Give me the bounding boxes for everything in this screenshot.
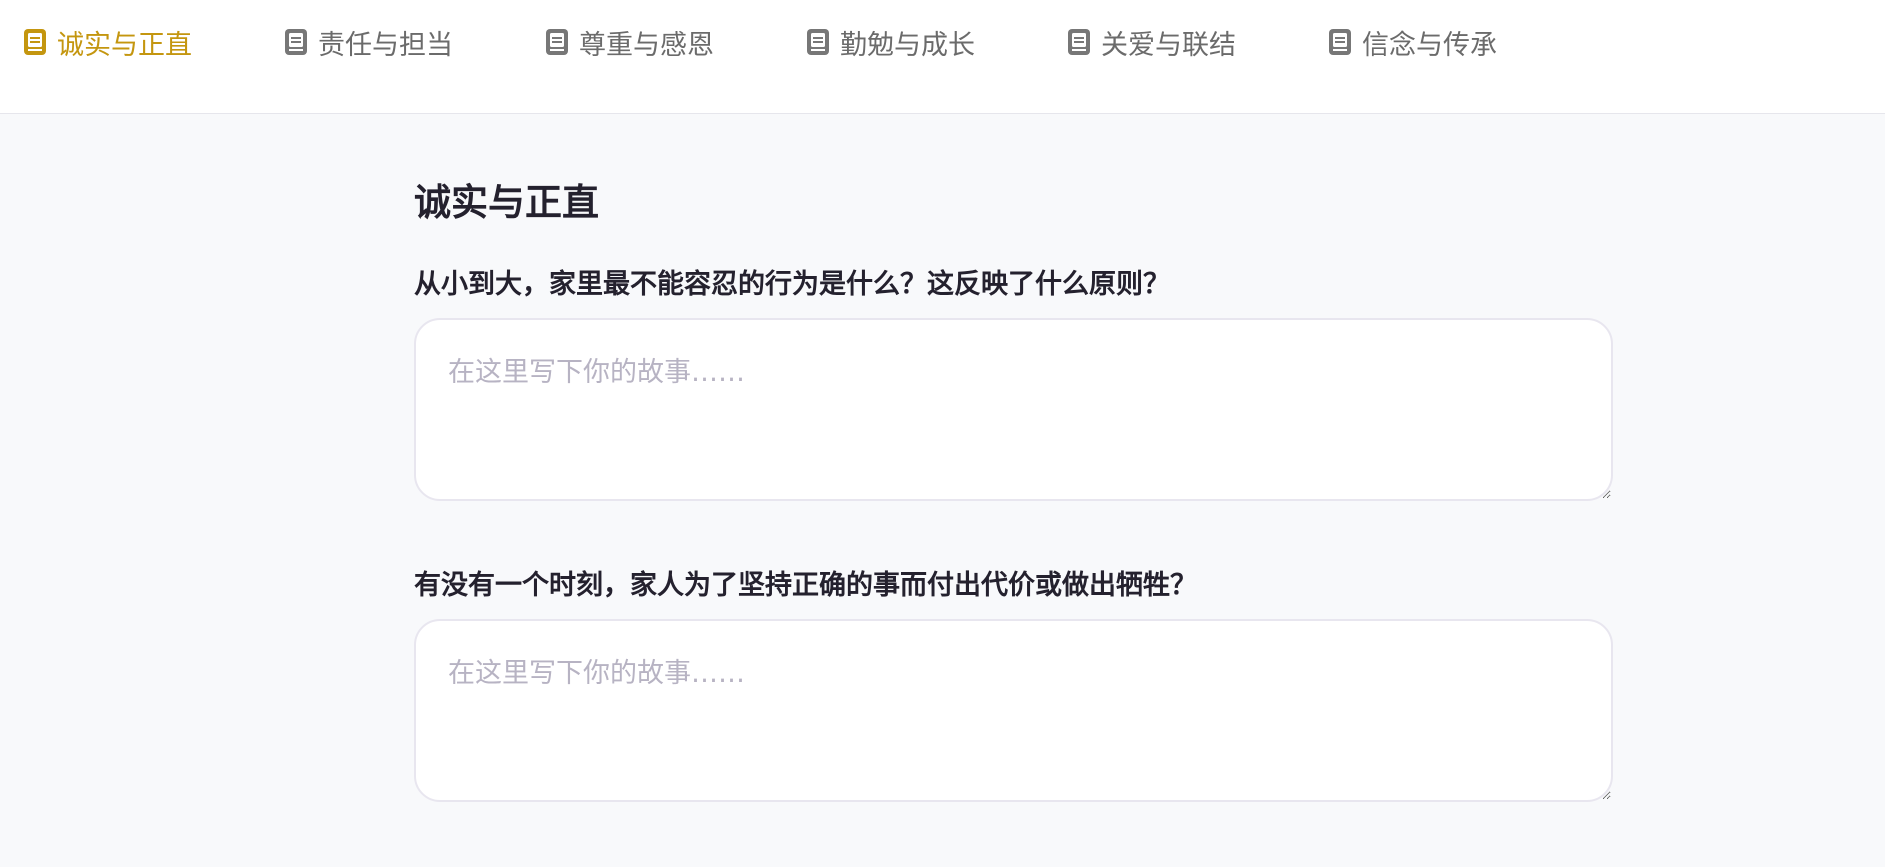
tab-diligence-growth[interactable]: 勤勉与成长 <box>806 22 975 62</box>
top-navigation: 诚实与正直 责任与担当 尊重与感恩 勤勉与成长 关爱与联结 信念与传承 <box>0 0 1885 114</box>
question-label: 从小到大，家里最不能容忍的行为是什么？这反映了什么原则？ <box>414 269 1170 300</box>
book-icon <box>23 28 47 56</box>
book-icon <box>806 28 830 56</box>
answer-textarea[interactable] <box>414 619 1613 802</box>
tab-label: 关爱与联结 <box>1101 29 1236 61</box>
tab-belief-heritage[interactable]: 信念与传承 <box>1328 22 1497 62</box>
tab-label: 勤勉与成长 <box>840 29 975 61</box>
answer-textarea[interactable] <box>414 318 1613 501</box>
tab-label: 诚实与正直 <box>57 29 192 61</box>
tab-honesty-integrity[interactable]: 诚实与正直 <box>23 22 192 62</box>
book-icon <box>545 28 569 56</box>
tab-care-connection[interactable]: 关爱与联结 <box>1067 22 1236 62</box>
book-icon <box>1328 28 1352 56</box>
tab-label: 信念与传承 <box>1362 29 1497 61</box>
tab-label: 尊重与感恩 <box>579 29 714 61</box>
question-label: 有没有一个时刻，家人为了坚持正确的事而付出代价或做出牺牲？ <box>414 570 1197 601</box>
section-title: 诚实与正直 <box>414 181 599 224</box>
book-icon <box>1067 28 1091 56</box>
tab-responsibility[interactable]: 责任与担当 <box>284 22 453 62</box>
book-icon <box>284 28 308 56</box>
tab-label: 责任与担当 <box>318 29 453 61</box>
tab-respect-gratitude[interactable]: 尊重与感恩 <box>545 22 714 62</box>
